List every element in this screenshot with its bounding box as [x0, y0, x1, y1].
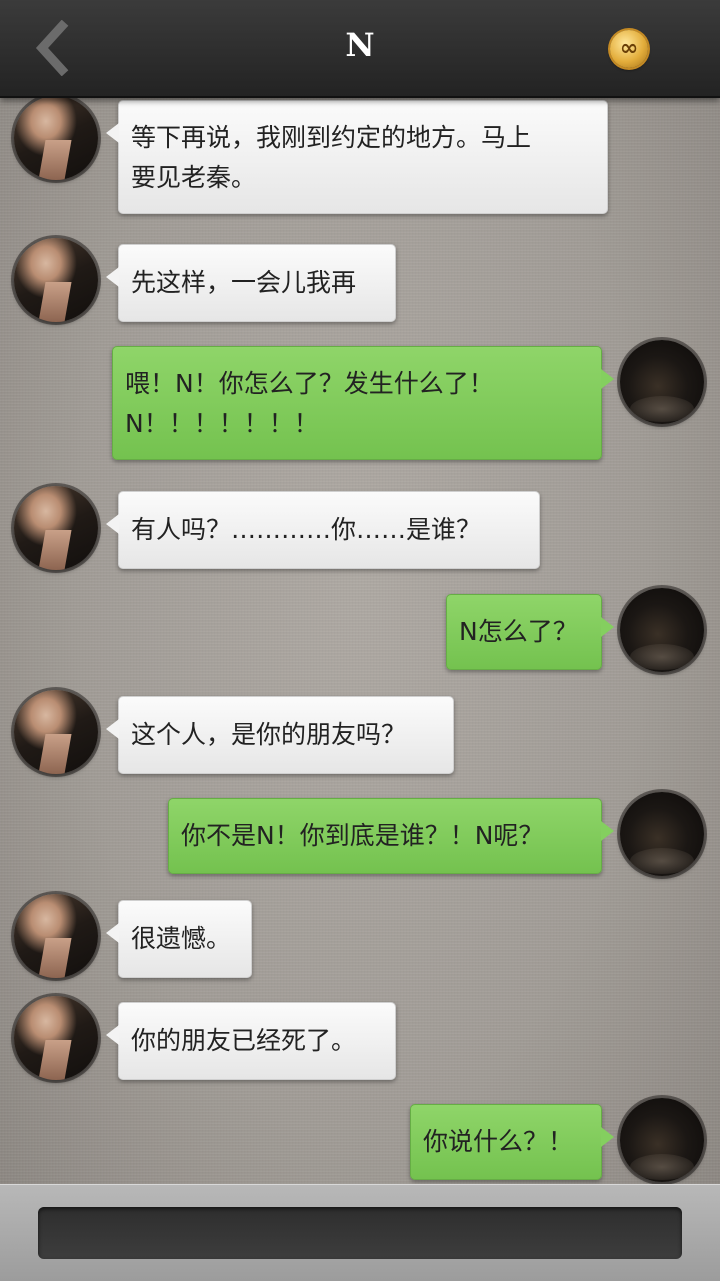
infinity-coin-icon[interactable]: ∞	[610, 30, 648, 68]
top-bar: N ∞	[0, 0, 720, 98]
message-input[interactable]	[38, 1207, 682, 1259]
message-bubble: 有人吗？…………你……是谁？	[106, 491, 540, 569]
avatar[interactable]	[14, 96, 98, 180]
message-bubble: 喂！N！你怎么了？发生什么了！ N！！！！！！！	[112, 346, 614, 460]
avatar[interactable]	[14, 996, 98, 1080]
avatar[interactable]	[14, 238, 98, 322]
avatar[interactable]	[620, 588, 704, 672]
message-bubble: 这个人，是你的朋友吗？	[106, 696, 454, 774]
message-bubble: 等下再说，我刚到约定的地方。马上 要见老秦。	[106, 100, 608, 214]
message-bubble: 先这样，一会儿我再	[106, 244, 396, 322]
message-bubble: 你的朋友已经死了。	[106, 1002, 396, 1080]
message-bubble: N怎么了？	[446, 594, 614, 670]
avatar[interactable]	[14, 690, 98, 774]
message-bubble: 很遗憾。	[106, 900, 252, 978]
avatar[interactable]	[620, 340, 704, 424]
avatar[interactable]	[620, 792, 704, 876]
avatar[interactable]	[14, 894, 98, 978]
avatar[interactable]	[620, 1098, 704, 1182]
avatar[interactable]	[14, 486, 98, 570]
message-bubble: 你说什么？！	[410, 1104, 614, 1180]
bottom-bar	[0, 1184, 720, 1281]
message-bubble: 你不是N！你到底是谁？！N呢？	[168, 798, 614, 874]
